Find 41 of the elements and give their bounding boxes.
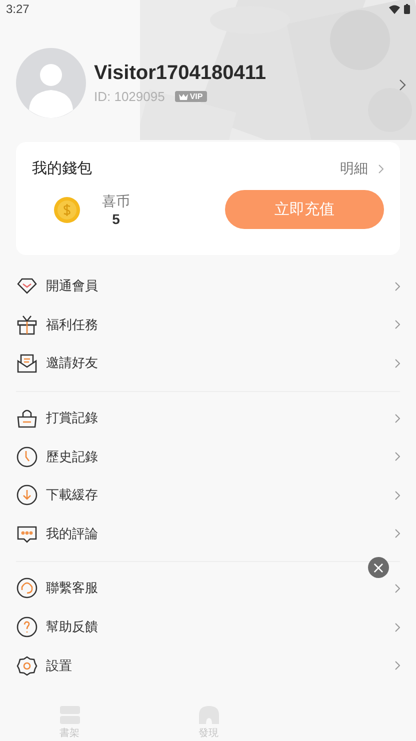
menu-item[interactable]: 幫助反饋 (46, 618, 98, 636)
chevron-right-icon (378, 164, 384, 174)
chevron-right-icon (395, 414, 400, 423)
chevron-right-icon (395, 661, 400, 670)
close-button[interactable]: × (368, 557, 389, 578)
chevron-right-icon[interactable] (399, 79, 406, 91)
wifi-icon (389, 4, 400, 14)
battery-icon (404, 4, 410, 14)
chevron-right-icon (395, 584, 400, 593)
chevron-right-icon (395, 282, 400, 291)
user-id: ID: 1029095 (94, 89, 165, 104)
vip-badge: VIP (174, 91, 207, 102)
bag-icon (16, 407, 38, 430)
download-icon (16, 484, 38, 506)
currency-label: 喜币 (102, 192, 130, 210)
menu-item[interactable]: 邀請好友 (46, 354, 98, 372)
menu-item[interactable]: 打賞記錄 (46, 409, 98, 428)
chevron-right-icon (395, 490, 400, 500)
chevron-right-icon (395, 320, 400, 330)
menu-item[interactable]: 設置 (46, 656, 72, 675)
chevron-right-icon (395, 452, 400, 462)
menu-item[interactable]: 開通會員 (46, 277, 98, 296)
detail-link[interactable]: 明細 (340, 160, 368, 178)
coin-icon (54, 196, 80, 222)
coin-balance: 5 (112, 210, 120, 226)
help-icon (16, 616, 38, 638)
chevron-right-icon (395, 529, 400, 538)
clock-icon (16, 446, 38, 468)
gift-icon (16, 314, 38, 336)
menu-item[interactable]: 聯繫客服 (46, 579, 98, 598)
chevron-right-icon (395, 358, 400, 368)
menu-item[interactable]: 歷史記錄 (46, 448, 98, 466)
menu-item[interactable]: 我的評論 (46, 524, 98, 543)
wallet-title: 我的錢包 (32, 159, 92, 178)
settings-icon (16, 654, 38, 677)
chevron-right-icon (395, 622, 400, 632)
status-time: 3:27 (6, 2, 30, 16)
menu-item[interactable]: 下載緩存 (46, 486, 98, 504)
user-name: Visitor1704180411 (94, 62, 268, 85)
menu-item[interactable]: 福利任務 (46, 316, 98, 334)
envelope-icon (16, 352, 38, 374)
